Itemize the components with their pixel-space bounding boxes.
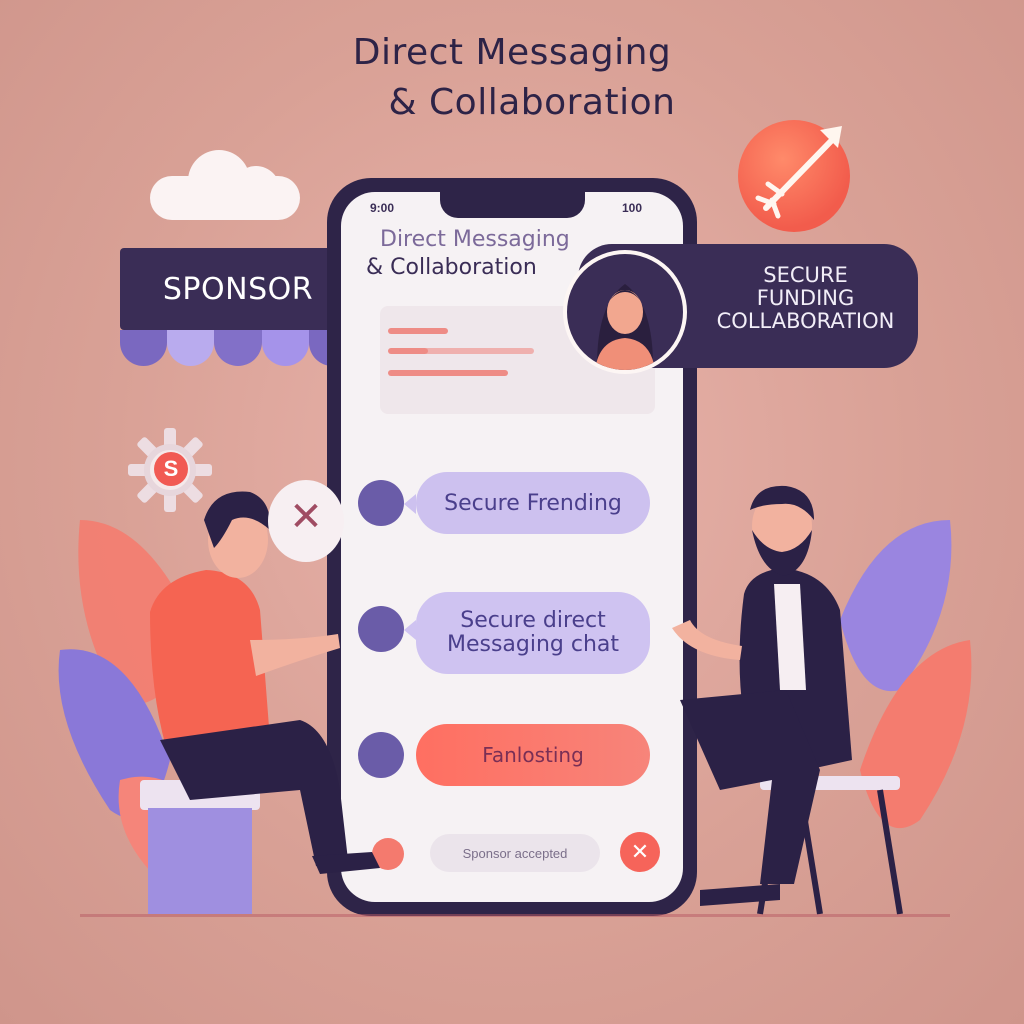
floor-line [80, 914, 950, 917]
speech-bubble-icon: ✕ [268, 480, 344, 562]
scene-illustration [58, 485, 972, 915]
speech-bubble-glyph: ✕ [289, 495, 323, 539]
